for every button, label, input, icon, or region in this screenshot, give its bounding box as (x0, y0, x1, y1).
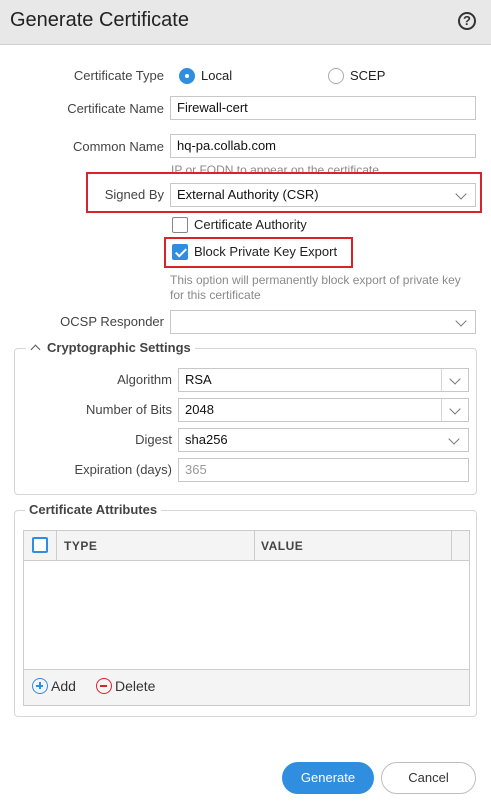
certificate-authority-label[interactable]: Certificate Authority (194, 217, 307, 232)
attributes-table: TYPE VALUE Add Delete (23, 530, 470, 706)
column-divider (451, 531, 452, 560)
expiration-label: Expiration (days) (74, 462, 172, 477)
expiration-field[interactable]: 365 (178, 458, 469, 482)
add-icon (32, 678, 48, 694)
delete-label: Delete (115, 678, 156, 694)
number-of-bits-dropdown[interactable] (441, 399, 468, 421)
help-icon[interactable]: ? (458, 12, 476, 30)
block-private-key-export-label[interactable]: Block Private Key Export (194, 244, 337, 259)
common-name-field[interactable]: hq-pa.collab.com (170, 134, 476, 158)
chevron-down-icon (449, 403, 461, 415)
radio-scep[interactable] (328, 68, 344, 84)
signed-by-label: Signed By (104, 187, 164, 202)
signed-by-value: External Authority (CSR) (177, 187, 319, 202)
certificate-name-label: Certificate Name (67, 101, 164, 116)
column-header-value[interactable]: VALUE (261, 539, 303, 553)
number-of-bits-select[interactable]: 2048 (178, 398, 469, 422)
digest-select[interactable]: sha256 (178, 428, 469, 452)
algorithm-label: Algorithm (117, 372, 172, 387)
radio-local-label[interactable]: Local (201, 68, 232, 83)
table-toolbar: Add Delete (24, 669, 469, 705)
dialog-title: Generate Certificate (10, 9, 189, 31)
certificate-name-field[interactable]: Firewall-cert (170, 96, 476, 120)
generate-button[interactable]: Generate (282, 762, 374, 794)
chevron-down-icon (455, 315, 467, 327)
block-private-key-hint-1: This option will permanently block expor… (170, 273, 461, 287)
table-header: TYPE VALUE (24, 531, 469, 561)
delete-button[interactable]: Delete (96, 678, 155, 694)
block-private-key-export-checkbox[interactable] (172, 244, 188, 260)
certificate-attributes-title: Certificate Attributes (25, 502, 162, 517)
ocsp-responder-label: OCSP Responder (60, 314, 164, 329)
radio-scep-label[interactable]: SCEP (350, 68, 385, 83)
chevron-down-icon (449, 373, 461, 385)
cancel-button[interactable]: Cancel (381, 762, 476, 794)
digest-label: Digest (135, 432, 172, 447)
algorithm-select[interactable]: RSA (178, 368, 469, 392)
signed-by-select[interactable]: External Authority (CSR) (170, 183, 476, 207)
cryptographic-settings-title: Cryptographic Settings (47, 340, 191, 355)
common-name-label: Common Name (72, 139, 164, 154)
number-of-bits-label: Number of Bits (86, 402, 172, 417)
delete-icon (96, 678, 112, 694)
dialog-header: Generate Certificate ? (0, 0, 491, 45)
column-divider (254, 531, 255, 560)
add-button[interactable]: Add (32, 678, 76, 694)
ocsp-responder-select[interactable] (170, 310, 476, 334)
chevron-down-icon (455, 188, 467, 200)
radio-local[interactable] (179, 68, 195, 84)
chevron-down-icon (448, 433, 460, 445)
select-all-checkbox[interactable] (32, 537, 48, 553)
cryptographic-settings-legend[interactable]: Cryptographic Settings (26, 340, 195, 355)
chevron-up-icon (30, 344, 41, 355)
add-label: Add (51, 678, 76, 694)
block-private-key-hint-2: for this certificate (170, 288, 261, 302)
column-header-type[interactable]: TYPE (64, 539, 97, 553)
digest-value: sha256 (185, 432, 228, 447)
number-of-bits-value: 2048 (185, 402, 214, 417)
algorithm-dropdown[interactable] (441, 369, 468, 391)
certificate-authority-checkbox[interactable] (172, 217, 188, 233)
algorithm-value: RSA (185, 372, 212, 387)
certificate-type-label: Certificate Type (73, 68, 164, 83)
column-divider (56, 531, 57, 560)
